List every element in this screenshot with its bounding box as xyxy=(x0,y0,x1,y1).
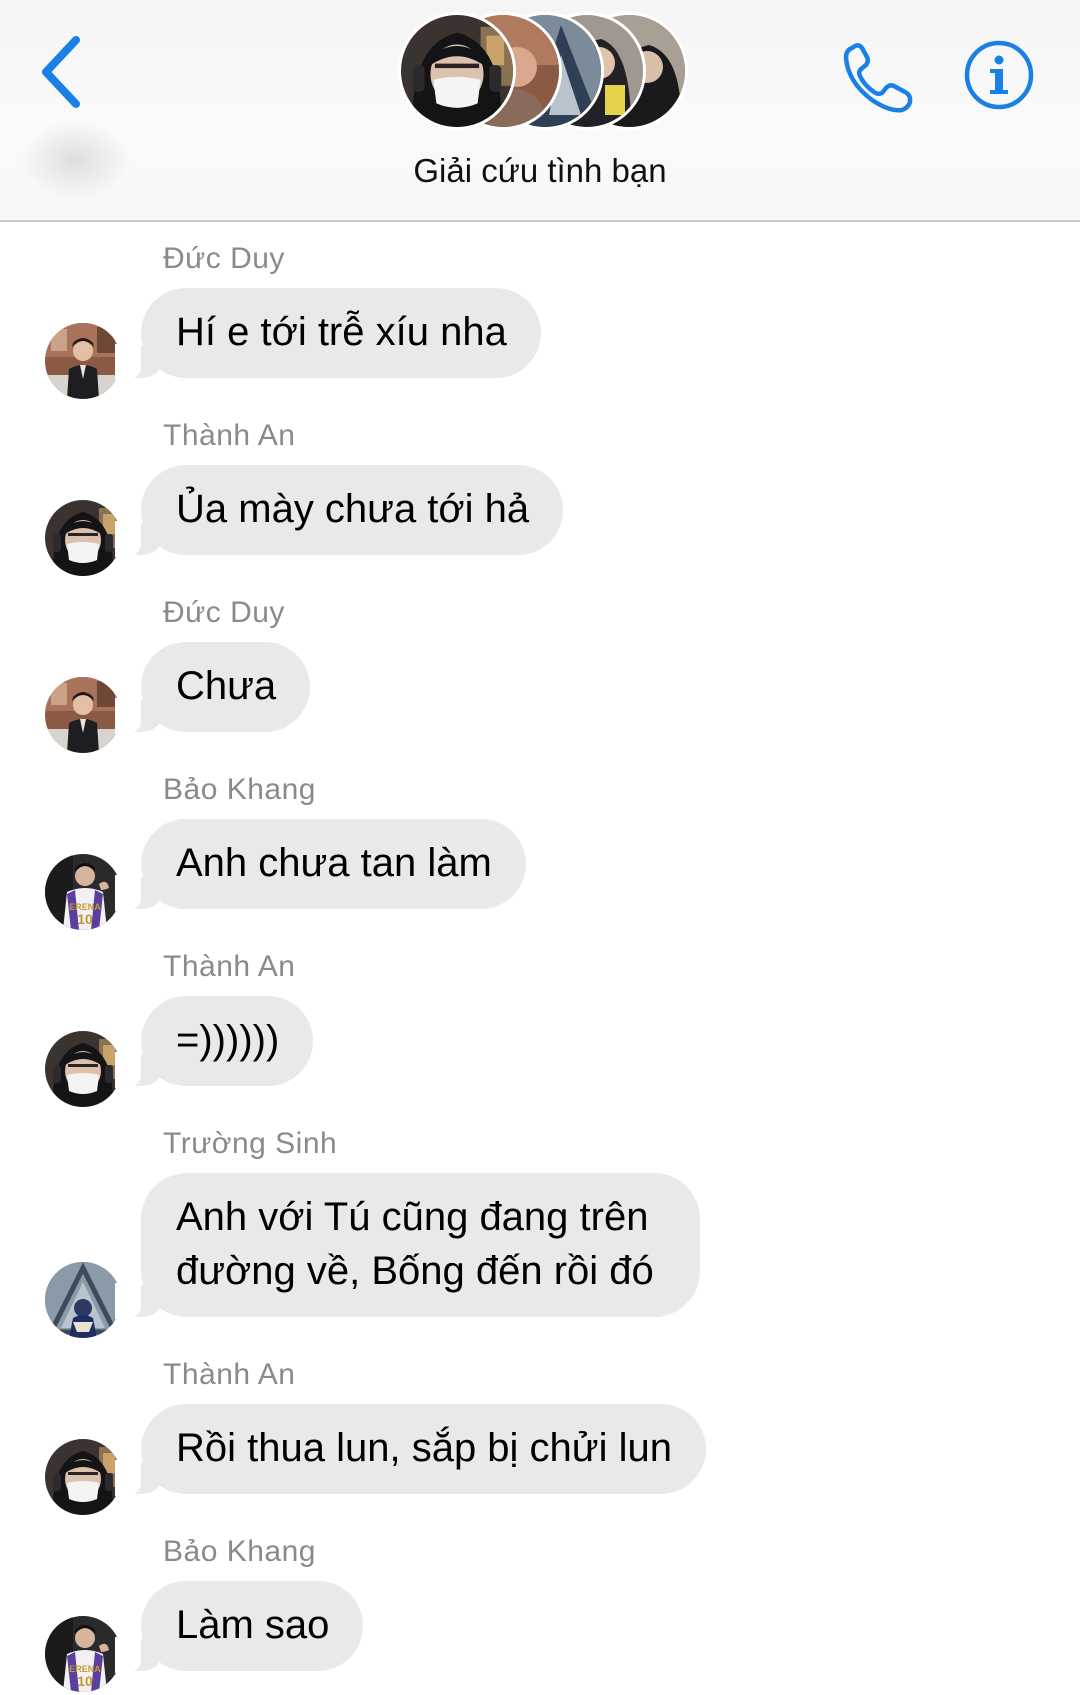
sender-name: Đức Duy xyxy=(163,596,285,629)
message-text: Anh chưa tan làm xyxy=(176,841,492,885)
message-text: Ủa mày chưa tới hả xyxy=(176,487,530,531)
sender-name: Bảo Khang xyxy=(163,773,316,806)
back-button[interactable] xyxy=(36,34,96,110)
avatar[interactable] xyxy=(45,677,121,753)
info-button[interactable] xyxy=(962,38,1036,112)
message-text: Rồi thua lun, sắp bị chửi lun xyxy=(176,1426,672,1470)
avatar[interactable] xyxy=(45,1616,121,1692)
avatar[interactable] xyxy=(45,1262,121,1338)
group-avatar-stack[interactable] xyxy=(398,6,688,136)
phone-icon xyxy=(843,43,913,113)
sender-name: Thành An xyxy=(163,419,296,452)
chevron-left-icon xyxy=(42,36,80,108)
sender-name: Thành An xyxy=(163,1358,296,1391)
sender-name: Trường Sinh xyxy=(163,1127,338,1160)
avatar[interactable] xyxy=(45,1031,121,1107)
message-bubble[interactable]: Chưa xyxy=(114,642,311,734)
message-bubble[interactable]: Ủa mày chưa tới hả xyxy=(114,465,564,557)
message-bubble[interactable]: Hí e tới trễ xíu nha xyxy=(115,288,541,380)
conversation-header: Giải cứu tình bạn xyxy=(0,0,1080,222)
message-bubble[interactable]: =)))))) xyxy=(114,996,314,1088)
message-text: Làm sao xyxy=(176,1603,330,1647)
info-icon xyxy=(964,40,1034,110)
avatar[interactable] xyxy=(45,854,121,930)
avatar[interactable] xyxy=(45,323,121,399)
group-avatar-1 xyxy=(398,12,516,130)
message-bubble[interactable]: Anh với Tú cũng đang trên đường về, Bống… xyxy=(115,1173,700,1319)
avatar[interactable] xyxy=(45,1439,121,1515)
call-button[interactable] xyxy=(838,38,918,118)
sender-name: Thành An xyxy=(163,950,296,983)
message-text: =)))))) xyxy=(176,1018,280,1062)
message-bubble[interactable]: Làm sao xyxy=(114,1581,364,1673)
avatar[interactable] xyxy=(45,500,121,576)
sender-name: Đức Duy xyxy=(163,242,285,275)
message-text: Anh với Tú cũng đang trên đường về, Bống… xyxy=(176,1195,654,1293)
sender-name: Bảo Khang xyxy=(163,1535,316,1568)
message-bubble[interactable]: Anh chưa tan làm xyxy=(115,819,526,911)
message-text: Hí e tới trễ xíu nha xyxy=(176,310,507,354)
message-bubble[interactable]: Rồi thua lun, sắp bị chửi lun xyxy=(115,1404,706,1496)
group-title[interactable]: Giải cứu tình bạn xyxy=(0,152,1080,190)
message-text: Chưa xyxy=(176,664,277,708)
